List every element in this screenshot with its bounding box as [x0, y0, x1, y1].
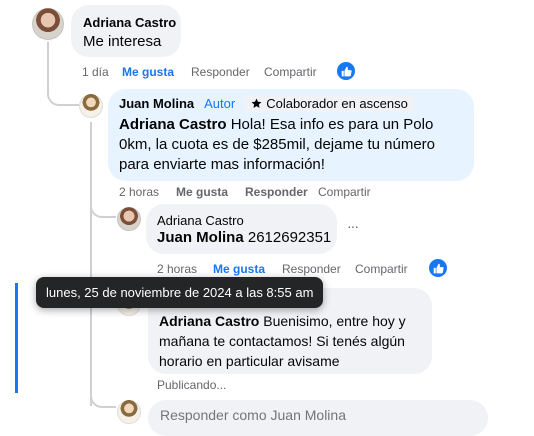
reply-box — [148, 400, 488, 436]
comment-time[interactable]: 2 horas — [157, 261, 213, 277]
comment-time[interactable]: 2 horas — [119, 184, 176, 200]
comment-text: Me interesa — [83, 33, 162, 50]
reply-button[interactable]: Responder — [245, 184, 318, 200]
comment-author[interactable]: Juan Molina — [119, 96, 194, 112]
comment-author[interactable]: Adriana Castro — [157, 213, 244, 229]
thread-connector-3 — [90, 390, 116, 408]
comment-header: Juan Molina Autor Colaborador en ascenso — [119, 95, 414, 112]
comment-text: Juan Molina 2612692351 — [157, 228, 331, 248]
thread-line-main — [47, 42, 49, 90]
comment-body: 2612692351 — [243, 229, 332, 246]
thread-line-nested-2 — [90, 216, 92, 406]
like-button[interactable]: Me gusta — [176, 184, 245, 200]
comment-bubble: Adriana Castro Me interesa — [71, 5, 181, 57]
share-button[interactable]: Compartir — [318, 184, 371, 200]
author-badge: Autor — [204, 96, 236, 111]
timestamp-tooltip: lunes, 25 de noviembre de 2024 a las 8:5… — [36, 277, 324, 308]
star-icon — [251, 98, 262, 108]
collaborator-badge: Colaborador en ascenso — [245, 95, 414, 112]
posting-status: Publicando... — [157, 378, 227, 392]
share-button[interactable]: Compartir — [264, 64, 317, 80]
more-options-button[interactable]: ··· — [347, 218, 359, 234]
like-reaction-icon[interactable] — [337, 62, 355, 80]
like-button[interactable]: Me gusta — [213, 261, 282, 277]
mention-link[interactable]: Juan Molina — [157, 229, 244, 246]
share-button[interactable]: Compartir — [355, 261, 408, 277]
avatar[interactable] — [32, 8, 64, 40]
like-button[interactable]: Me gusta — [122, 64, 191, 80]
comment-actions: 2 horas Me gusta Responder Compartir — [119, 184, 371, 200]
comment-bubble: Juan Molina Autor Colaborador en ascenso… — [108, 89, 474, 181]
comment-actions: 1 día Me gusta Responder Compartir — [82, 64, 317, 80]
comment-text: Adriana Castro Buenisimo, entre hoy y ma… — [159, 311, 429, 371]
reply-button[interactable]: Responder — [191, 64, 264, 80]
mention-link[interactable]: Adriana Castro — [119, 116, 227, 133]
left-accent-bar — [15, 283, 18, 393]
comment-bubble: Adriana Castro Juan Molina 2612692351 — [146, 204, 337, 254]
thread-connector-1 — [47, 88, 79, 106]
avatar — [117, 400, 141, 424]
thread-connector-2 — [90, 200, 116, 218]
comment-actions: 2 horas Me gusta Responder Compartir — [157, 261, 408, 277]
comment-author[interactable]: Adriana Castro — [83, 15, 176, 31]
mention-link[interactable]: Adriana Castro — [159, 313, 259, 329]
avatar[interactable] — [117, 207, 141, 231]
comment-time[interactable]: 1 día — [82, 64, 122, 80]
comment-text: Adriana Castro Hola! Esa info es para un… — [119, 115, 459, 175]
like-reaction-icon[interactable] — [429, 259, 447, 277]
collaborator-badge-label: Colaborador en ascenso — [266, 96, 408, 111]
avatar[interactable] — [79, 94, 103, 118]
reply-button[interactable]: Responder — [282, 261, 355, 277]
reply-input[interactable] — [158, 406, 482, 424]
